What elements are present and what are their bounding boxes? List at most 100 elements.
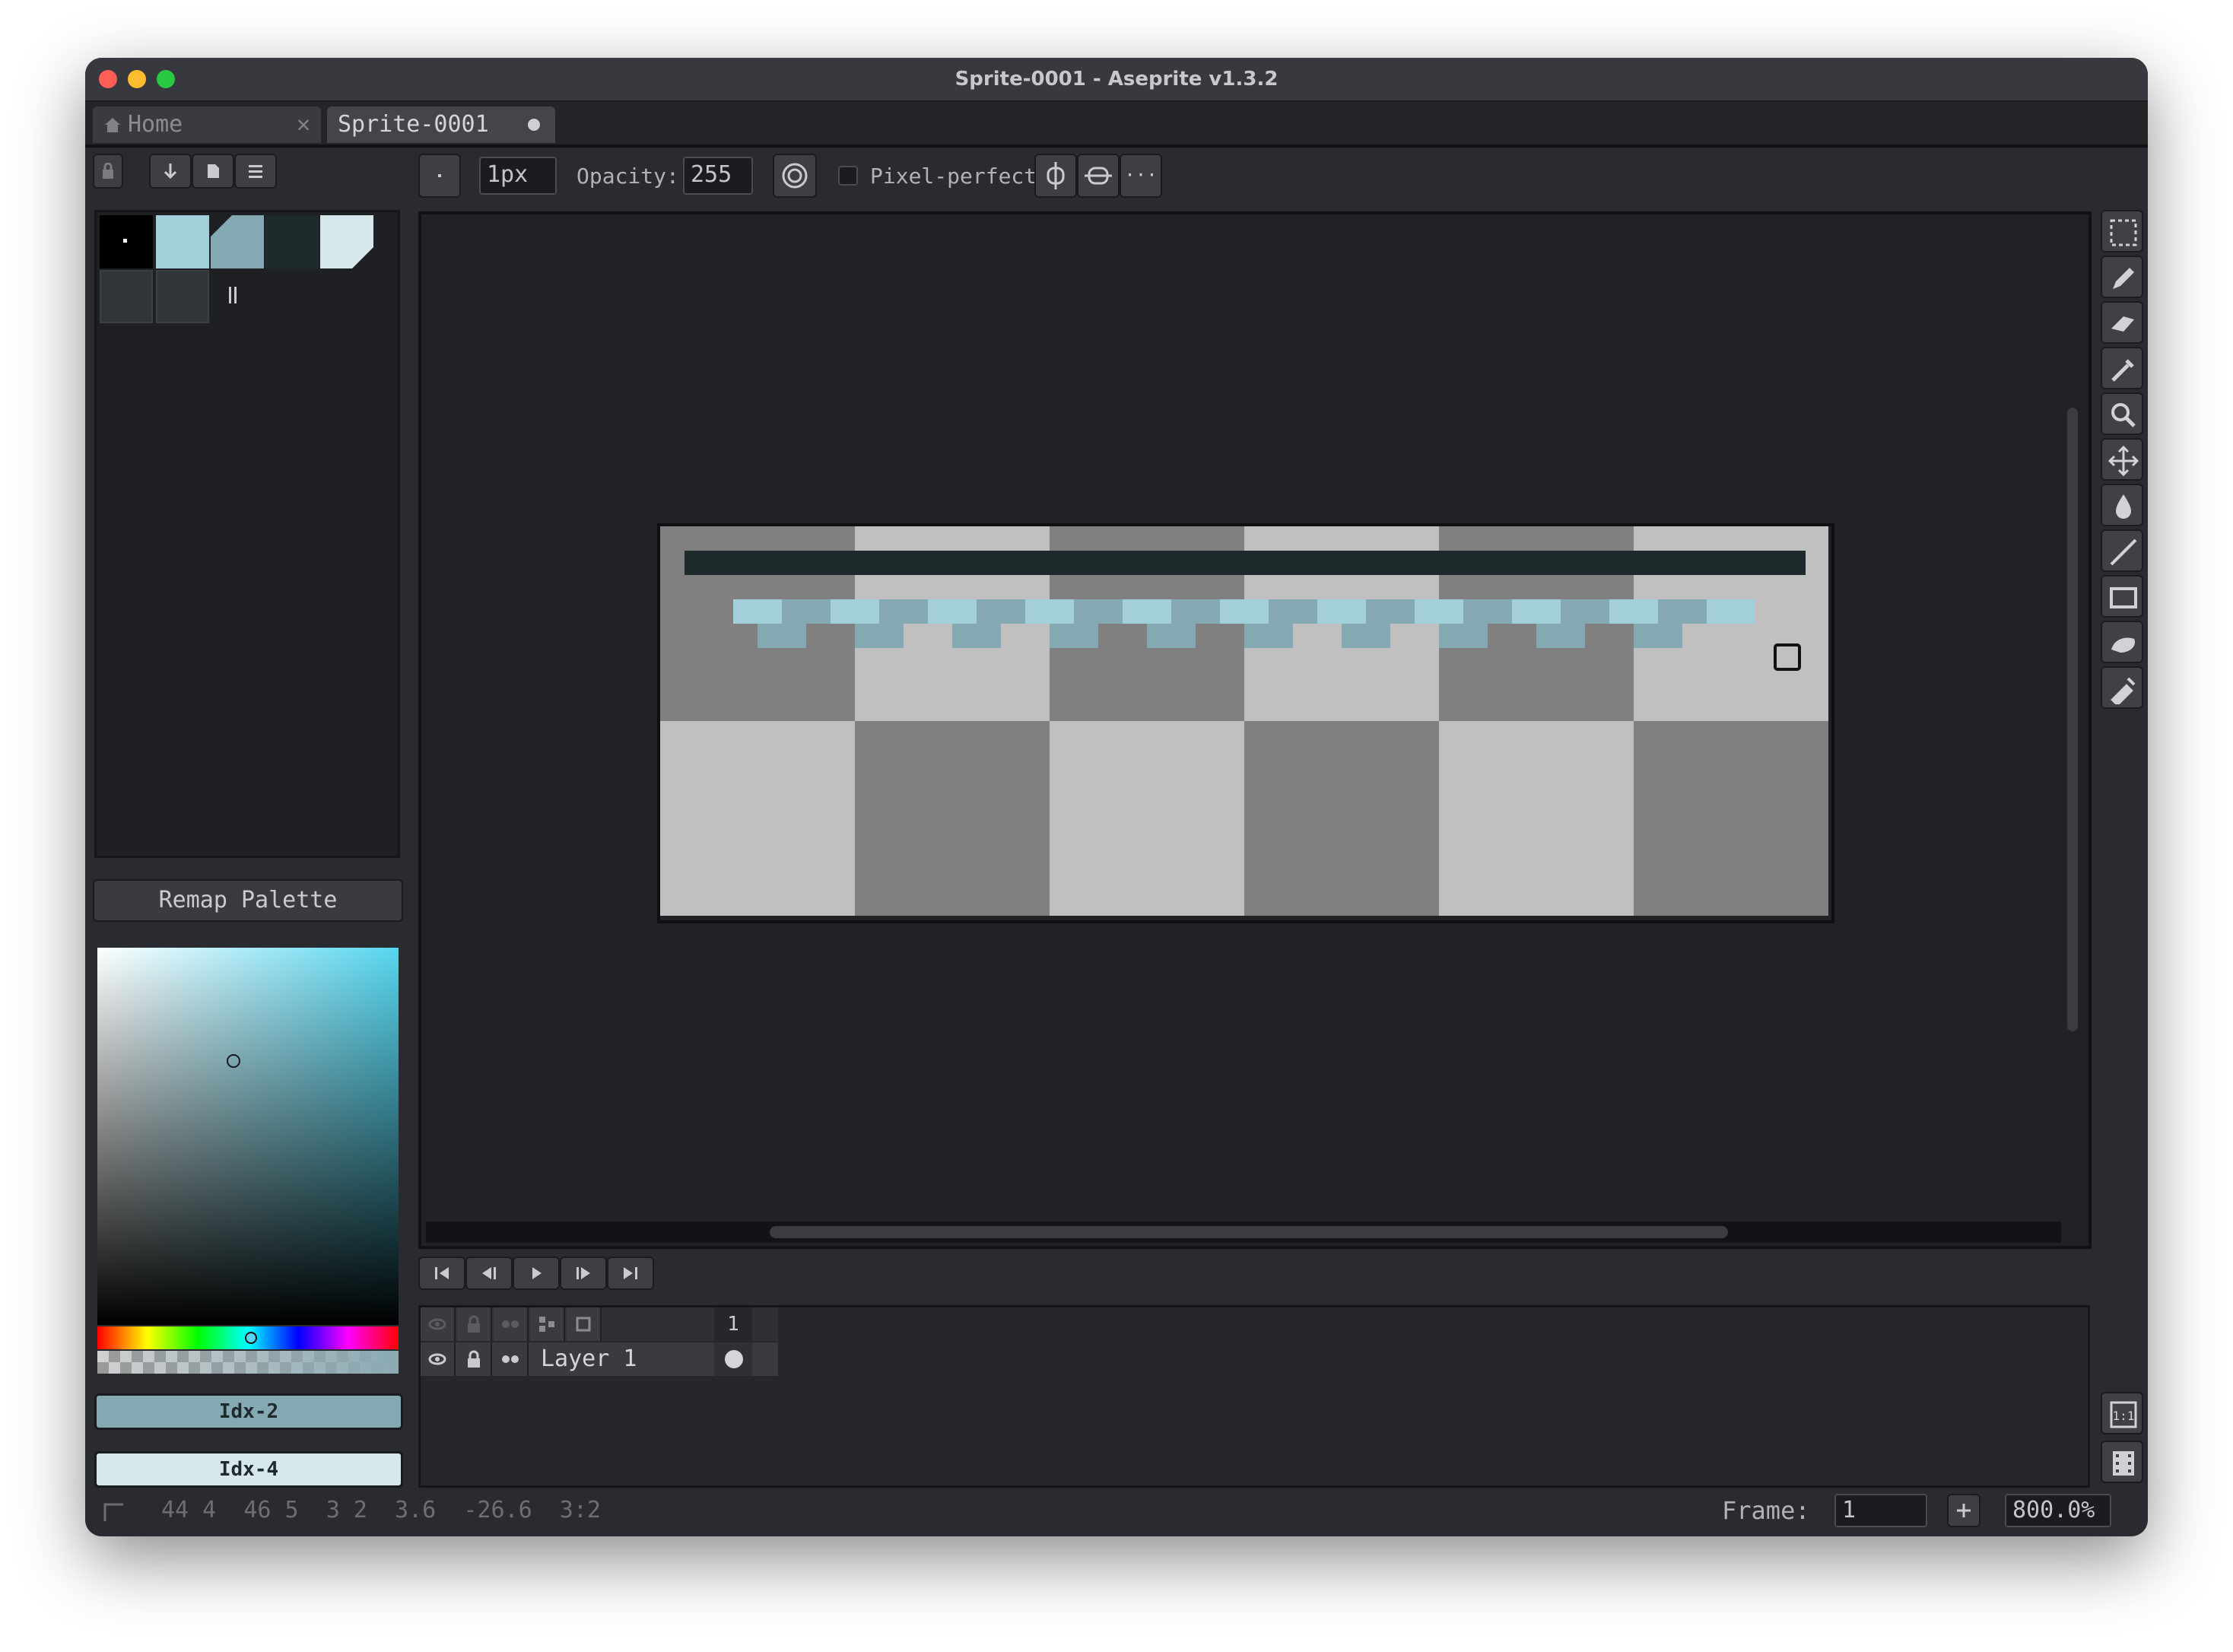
background-color-button[interactable]: Idx-4 (94, 1451, 403, 1488)
rectangle-tool[interactable] (2101, 575, 2143, 618)
previous-frame-button[interactable] (465, 1256, 513, 1290)
horizontal-scrollbar[interactable] (770, 1226, 1728, 1238)
pixel-perfect-checkbox[interactable] (838, 166, 858, 186)
palette-sort-button[interactable] (192, 154, 234, 189)
add-frame-button[interactable] (1947, 1494, 1980, 1527)
blur-tool[interactable] (2101, 621, 2143, 663)
status-info: 44 4 46 5 3 2 3.6 -26.6 3:2 (161, 1497, 601, 1523)
stroke-pixel-upper (1609, 599, 1658, 624)
filmstrip-button[interactable] (2101, 1441, 2143, 1483)
stroke-pixel-upper (831, 599, 879, 624)
zoom-field[interactable]: 800.0% (2005, 1494, 2111, 1527)
rectangular-marquee-tool[interactable] (2101, 210, 2143, 253)
continuous-header-icon[interactable] (494, 1307, 529, 1341)
last-frame-button[interactable] (607, 1256, 654, 1290)
checker-cell (1050, 721, 1244, 916)
layer-visibility-icon[interactable] (421, 1342, 456, 1376)
paint-bucket-tool[interactable] (2101, 484, 2143, 526)
cel-frame-1[interactable] (714, 1342, 752, 1376)
alpha-slider[interactable] (97, 1351, 399, 1374)
tab-close-icon[interactable]: ✕ (297, 106, 310, 143)
plus-icon (1957, 1504, 1971, 1517)
layer-lock-icon[interactable] (457, 1342, 492, 1376)
pixel-perfect-label: Pixel-perfect (870, 164, 1037, 189)
lock-icon (103, 163, 113, 179)
stroke-pixel-upper (928, 599, 977, 624)
palette-swatch-5[interactable] (100, 270, 153, 323)
stroke-pixel-lower (952, 624, 1001, 648)
page-icon (208, 164, 219, 178)
dark-stroke-pixels (685, 551, 1806, 575)
layer-name[interactable]: Layer 1 (535, 1342, 719, 1376)
first-frame-button[interactable] (418, 1256, 465, 1290)
palette-swatch-0[interactable] (100, 215, 153, 268)
status-bar: 44 4 46 5 3 2 3.6 -26.6 3:2 Frame: 1 800… (85, 1488, 2148, 1533)
stroke-pixel-upper (879, 599, 928, 624)
palette-swatch-2[interactable] (211, 215, 264, 268)
frame-header-1[interactable]: 1 (714, 1307, 752, 1341)
sprite-canvas[interactable] (657, 523, 1834, 923)
palette-resize-handle-icon[interactable] (229, 287, 237, 303)
spray-icon (2111, 677, 2136, 704)
home-icon (105, 118, 120, 132)
tab-home[interactable]: Home ✕ (93, 106, 321, 143)
ink-icon (782, 163, 808, 189)
frame-field[interactable]: 1 (1834, 1494, 1927, 1527)
palette-panel (94, 210, 400, 858)
palette-swatch-3[interactable] (265, 215, 319, 268)
onion-skin-header-icon[interactable] (567, 1307, 602, 1341)
window-title: Sprite-0001 - Aseprite v1.3.2 (955, 68, 1278, 91)
checker-cell (660, 721, 855, 916)
pencil-tool[interactable] (2101, 256, 2143, 298)
move-icon (2108, 446, 2139, 476)
eraser-tool[interactable] (2101, 301, 2143, 344)
eyedropper-tool[interactable] (2101, 347, 2143, 389)
stroke-pixel-upper (1123, 599, 1171, 624)
play-button[interactable] (513, 1256, 560, 1290)
pencil-icon (2113, 268, 2134, 289)
remap-palette-button[interactable]: Remap Palette (93, 879, 403, 922)
filmstrip-icon (2113, 1451, 2134, 1476)
modified-dot-icon[interactable] (528, 119, 540, 131)
spray-tool[interactable] (2101, 666, 2143, 709)
layer-row[interactable]: Layer 1 (421, 1342, 778, 1376)
lock-header-icon[interactable] (457, 1307, 492, 1341)
more-options-button[interactable]: ··· (1120, 154, 1162, 198)
tab-sprite[interactable]: Sprite-0001 (327, 106, 555, 143)
hue-slider[interactable] (97, 1326, 399, 1349)
zoom-icon (2111, 403, 2136, 427)
palette-swatch-1[interactable] (156, 215, 209, 268)
brush-type-button[interactable] (418, 154, 461, 198)
zoom-tool[interactable] (2101, 392, 2143, 435)
layers-header-icon[interactable] (530, 1307, 565, 1341)
lock-palette-button[interactable] (93, 154, 123, 189)
palette-menu-button[interactable] (234, 154, 277, 189)
line-tool[interactable] (2101, 529, 2143, 572)
vertical-scrollbar[interactable] (2067, 408, 2078, 1031)
brush-size-field[interactable]: 1px (479, 157, 557, 195)
checker-cell (1244, 721, 1439, 916)
stroke-pixel-lower (1050, 624, 1098, 648)
symmetry-horizontal-button[interactable] (1077, 154, 1120, 198)
actual-size-button[interactable]: 1:1 (2101, 1392, 2143, 1434)
sv-marker[interactable] (227, 1054, 240, 1068)
stroke-pixel-upper (1658, 599, 1707, 624)
hue-marker[interactable] (245, 1332, 257, 1344)
stroke-pixel-upper (977, 599, 1025, 624)
move-tool[interactable] (2101, 438, 2143, 481)
opacity-field[interactable]: 255 (683, 157, 753, 195)
palette-options-button[interactable] (149, 154, 192, 189)
stroke-pixel-upper (1171, 599, 1220, 624)
palette-swatch-6[interactable] (156, 270, 209, 323)
layer-continuous-icon[interactable] (494, 1342, 529, 1376)
visibility-header-icon[interactable] (421, 1307, 456, 1341)
symmetry-vertical-button[interactable] (1034, 154, 1077, 198)
ink-type-button[interactable] (773, 154, 817, 198)
next-frame-button[interactable] (560, 1256, 607, 1290)
palette-swatch-4[interactable] (320, 215, 373, 268)
stroke-pixel-lower (1439, 624, 1488, 648)
foreground-color-button[interactable]: Idx-2 (94, 1393, 403, 1430)
last-frame-icon (624, 1267, 637, 1279)
cursor-position-icon (103, 1503, 123, 1521)
color-saturation-value-picker[interactable] (97, 948, 399, 1325)
